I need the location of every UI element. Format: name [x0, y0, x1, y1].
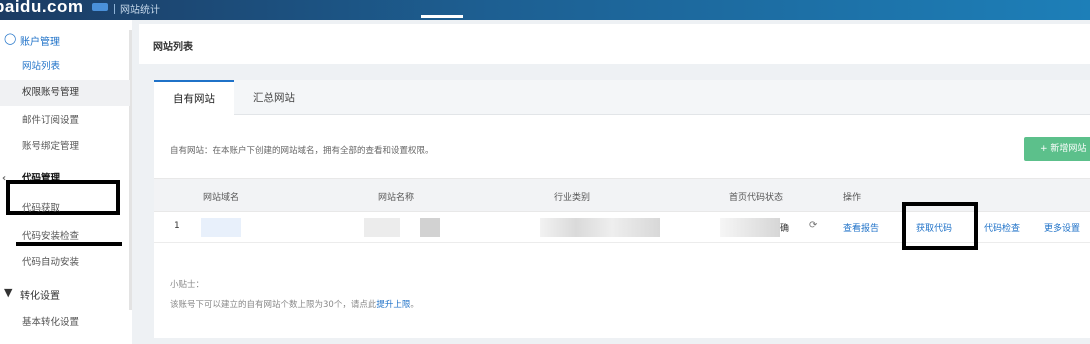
tips-end: 。 — [410, 300, 419, 310]
row-index: 1 — [174, 221, 180, 231]
logo-badge-icon — [92, 3, 108, 11]
more-settings-link[interactable]: 更多设置 — [1044, 221, 1080, 234]
refresh-icon[interactable]: ⟳ — [809, 220, 817, 231]
user-icon: ◯ — [4, 32, 17, 45]
redacted-site-name — [420, 218, 440, 237]
redacted-industry — [540, 218, 660, 237]
highlight-box-get-code — [902, 202, 978, 250]
view-report-link[interactable]: 查看报告 — [843, 221, 879, 234]
code-status-text: 确 — [780, 224, 790, 234]
sidebar-item-code-auto-install[interactable]: 代码自动安装 — [0, 250, 130, 276]
tips-title: 小贴士： — [170, 280, 205, 290]
divider — [114, 4, 115, 14]
product-name[interactable]: 网站统计 — [120, 1, 160, 16]
column-header-domain: 网站域名 — [203, 193, 240, 203]
tab-bar: 自有网站 汇总网站 — [154, 80, 1090, 116]
redacted-domain — [201, 218, 241, 237]
tab-summary-sites[interactable]: 汇总网站 — [234, 80, 314, 116]
column-header-industry: 行业类别 — [554, 193, 591, 203]
sidebar-item-site-list[interactable]: 网站列表 — [0, 54, 130, 80]
page-title: 网站列表 — [153, 42, 193, 53]
redacted-code-status — [720, 218, 780, 237]
site-list-panel: 自有网站 汇总网站 自有网站：在本账户下创建的网站域名，拥有全部的查看和设置权限… — [154, 80, 1090, 338]
tab-description: 自有网站：在本账户下创建的网站域名，拥有全部的查看和设置权限。 — [170, 146, 434, 156]
sidebar-item-basic-conversion[interactable]: 基本转化设置 — [0, 310, 130, 336]
sidebar-item-email-subscription[interactable]: 邮件订阅设置 — [0, 108, 130, 134]
filter-icon: ▼ — [4, 286, 13, 299]
sidebar-group-account[interactable]: ◯ 账户管理 — [0, 28, 130, 50]
tab-own-sites[interactable]: 自有网站 — [154, 80, 234, 116]
active-nav-indicator — [421, 15, 463, 18]
sidebar-group-label: 转化设置 — [20, 291, 60, 302]
column-header-site-name: 网站名称 — [378, 193, 415, 203]
tips-text: 该账号下可以建立的自有网站个数上限为30个，请点此 — [170, 300, 377, 310]
brand-logo[interactable]: baidu.com — [0, 0, 84, 17]
add-site-button[interactable]: + 新增网站 — [1024, 137, 1090, 161]
redacted-site-name — [364, 218, 400, 237]
sidebar-item-permission-accounts[interactable]: 权限账号管理 — [0, 80, 130, 106]
tips-body: 该账号下可以建立的自有网站个数上限为30个，请点此提升上限。 — [170, 298, 419, 310]
column-header-actions: 操作 — [843, 193, 862, 203]
top-navigation-bar: baidu.com 网站统计 — [0, 0, 1090, 20]
code-check-link[interactable]: 代码检查 — [984, 221, 1020, 234]
column-header-code-status: 首页代码状态 — [729, 193, 784, 203]
sidebar-item-code-install-check[interactable]: 代码安装检查 — [0, 224, 130, 250]
sidebar-group-conversion[interactable]: ▼ 转化设置 — [0, 282, 130, 304]
raise-limit-link[interactable]: 提升上限 — [376, 300, 410, 310]
sidebar-item-account-binding[interactable]: 账号绑定管理 — [0, 134, 130, 160]
sidebar-group-label: 账户管理 — [20, 37, 60, 48]
sidebar: ◯ 账户管理 网站列表 权限账号管理 邮件订阅设置 账号绑定管理 ‹ 代码管理 … — [0, 20, 132, 344]
sidebar-item-get-code[interactable]: 代码获取 — [0, 196, 130, 222]
breadcrumb: 网站列表 — [139, 24, 1090, 64]
